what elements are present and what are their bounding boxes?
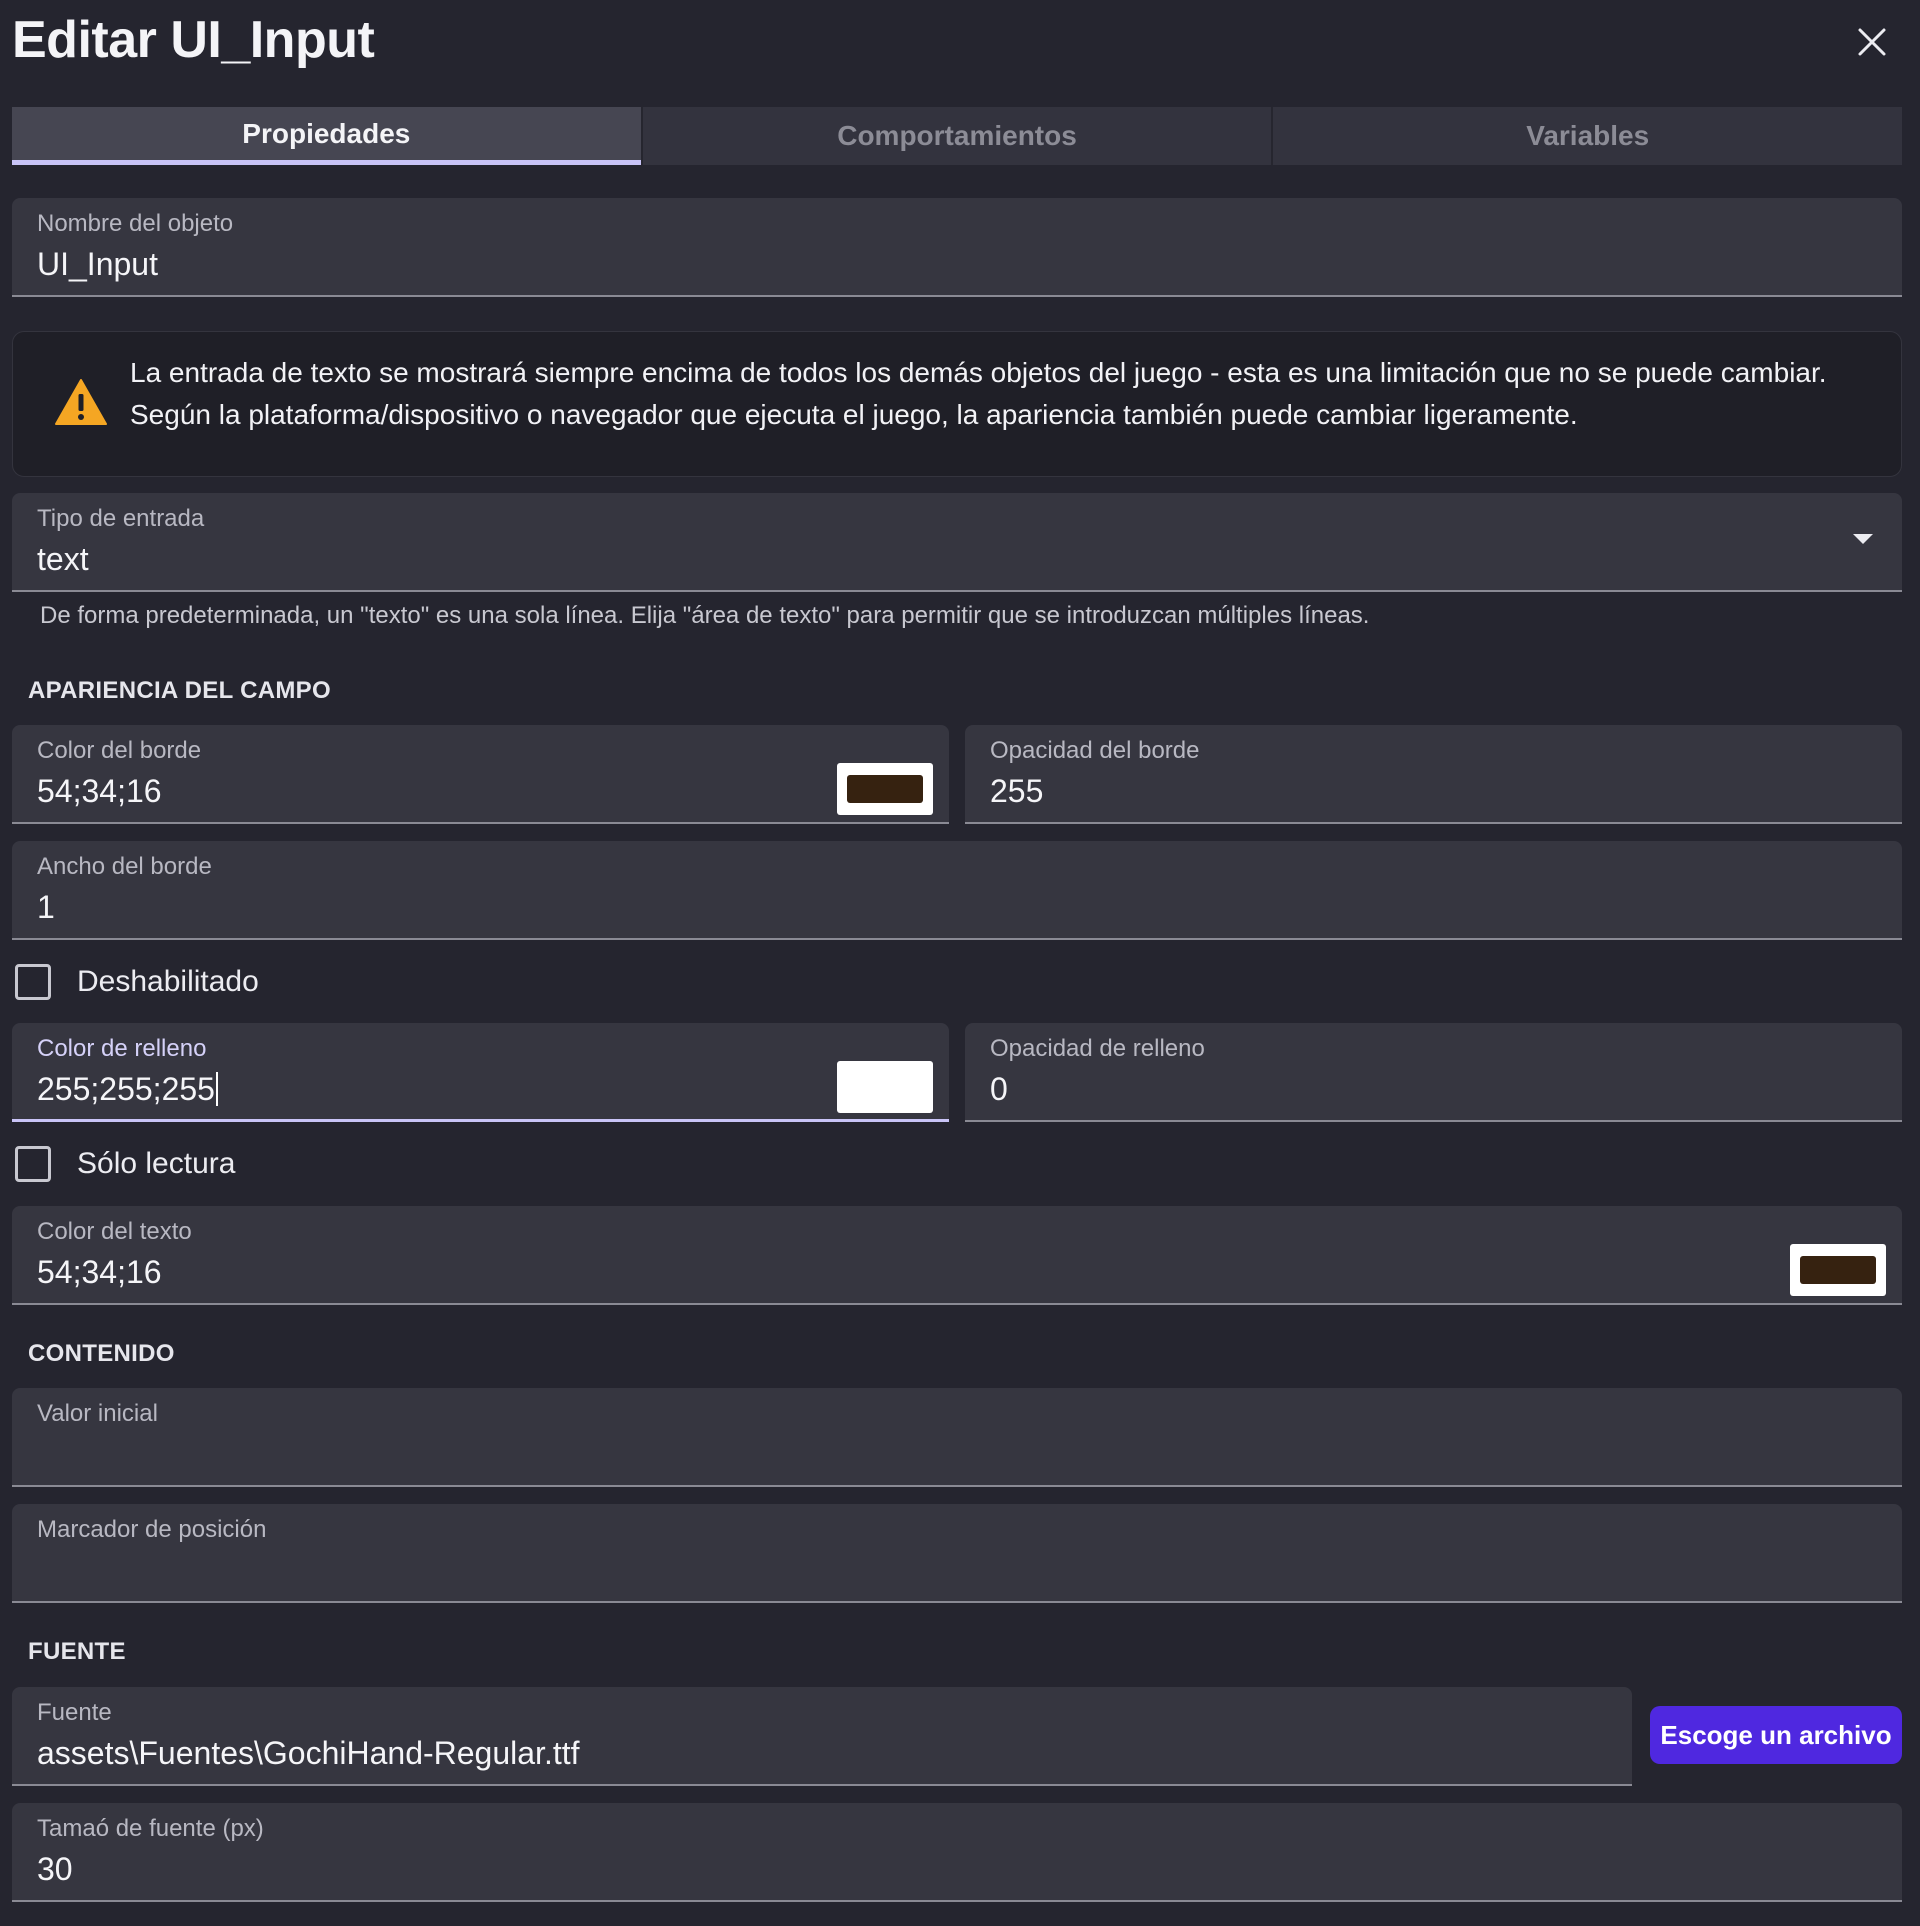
fill-opacity-field[interactable]: Opacidad de relleno 0 [965, 1023, 1902, 1122]
read-only-checkbox-row[interactable]: Sólo lectura [15, 1146, 235, 1182]
border-opacity-field[interactable]: Opacidad del borde 255 [965, 725, 1902, 824]
dialog-title: Editar UI_Input [12, 11, 375, 69]
border-opacity-value: 255 [990, 773, 1044, 809]
font-file-value: assets\Fuentes\GochiHand-Regular.ttf [37, 1735, 580, 1771]
text-color-field[interactable]: Color del texto 54;34;16 [12, 1206, 1902, 1305]
input-type-value: text [37, 541, 89, 577]
disabled-checkbox-label: Deshabilitado [77, 965, 259, 998]
read-only-checkbox[interactable] [15, 1146, 51, 1182]
warning-triangle-icon [55, 379, 107, 425]
close-icon [1858, 28, 1886, 56]
placeholder-field[interactable]: Marcador de posición [12, 1504, 1902, 1603]
placeholder-label: Marcador de posición [37, 1516, 267, 1543]
section-title-appearance: APARIENCIA DEL CAMPO [28, 677, 331, 704]
tab-bar: Propiedades Comportamientos Variables [12, 107, 1903, 165]
tab-variables[interactable]: Variables [1271, 107, 1903, 165]
text-color-value: 54;34;16 [37, 1254, 162, 1290]
choose-file-button[interactable]: Escoge un archivo [1650, 1706, 1902, 1764]
fill-opacity-value: 0 [990, 1071, 1008, 1107]
font-size-label: Tamaó de fuente (px) [37, 1815, 264, 1842]
font-size-field[interactable]: Tamaó de fuente (px) 30 [12, 1803, 1902, 1902]
fill-color-swatch-button[interactable] [837, 1061, 933, 1113]
fill-color-field[interactable]: Color de relleno 255;255;255 [12, 1023, 949, 1122]
border-width-field[interactable]: Ancho del borde 1 [12, 841, 1902, 940]
initial-value-label: Valor inicial [37, 1400, 158, 1427]
fill-opacity-label: Opacidad de relleno [990, 1035, 1205, 1062]
border-color-field[interactable]: Color del borde 54;34;16 [12, 725, 949, 824]
fill-color-value: 255;255;255 [37, 1071, 218, 1108]
text-color-swatch [1800, 1256, 1876, 1284]
tab-comportamientos[interactable]: Comportamientos [640, 107, 1272, 165]
font-file-field[interactable]: Fuente assets\Fuentes\GochiHand-Regular.… [12, 1687, 1632, 1786]
input-type-select[interactable]: Tipo de entrada text [12, 493, 1902, 592]
section-title-font: FUENTE [28, 1638, 126, 1665]
input-type-label: Tipo de entrada [37, 505, 205, 532]
section-title-content: CONTENIDO [28, 1340, 175, 1367]
text-color-label: Color del texto [37, 1218, 192, 1245]
font-file-label: Fuente [37, 1699, 112, 1726]
border-opacity-label: Opacidad del borde [990, 737, 1200, 764]
disabled-checkbox-row[interactable]: Deshabilitado [15, 964, 259, 1000]
border-color-value: 54;34;16 [37, 773, 162, 809]
fill-color-swatch [847, 1073, 923, 1101]
object-name-label: Nombre del objeto [37, 210, 234, 237]
close-button[interactable] [1848, 18, 1896, 66]
font-size-value: 30 [37, 1851, 73, 1887]
object-name-value: UI_Input [37, 246, 158, 282]
border-color-swatch-button[interactable] [837, 763, 933, 815]
object-name-field[interactable]: Nombre del objeto UI_Input [12, 198, 1902, 297]
initial-value-field[interactable]: Valor inicial [12, 1388, 1902, 1487]
text-caret [215, 1072, 218, 1106]
input-type-helper-text: De forma predeterminada, un "texto" es u… [40, 602, 1370, 629]
border-width-value: 1 [37, 889, 55, 925]
border-color-swatch [847, 775, 923, 803]
warning-alert: La entrada de texto se mostrará siempre … [12, 331, 1902, 477]
text-color-swatch-button[interactable] [1790, 1244, 1886, 1296]
warning-text: La entrada de texto se mostrará siempre … [130, 357, 1827, 430]
tab-propiedades[interactable]: Propiedades [12, 107, 641, 165]
border-color-label: Color del borde [37, 737, 202, 764]
dropdown-arrow-icon [1853, 534, 1873, 544]
border-width-label: Ancho del borde [37, 853, 212, 880]
fill-color-label: Color de relleno [37, 1035, 207, 1062]
disabled-checkbox[interactable] [15, 964, 51, 1000]
read-only-checkbox-label: Sólo lectura [77, 1147, 236, 1180]
